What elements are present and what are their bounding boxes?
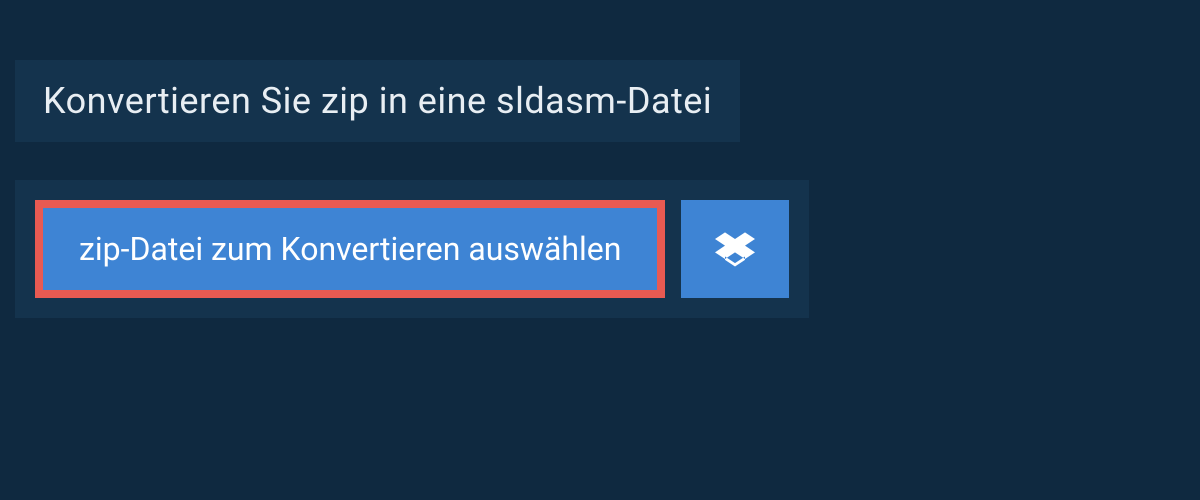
button-row: zip-Datei zum Konvertieren auswählen — [15, 180, 809, 318]
page-title: Konvertieren Sie zip in eine sldasm-Date… — [15, 60, 740, 142]
dropbox-icon — [715, 229, 755, 269]
select-file-button[interactable]: zip-Datei zum Konvertieren auswählen — [35, 200, 665, 298]
dropbox-button[interactable] — [681, 200, 789, 298]
page-container: Konvertieren Sie zip in eine sldasm-Date… — [0, 0, 1200, 500]
select-file-label: zip-Datei zum Konvertieren auswählen — [79, 230, 621, 268]
